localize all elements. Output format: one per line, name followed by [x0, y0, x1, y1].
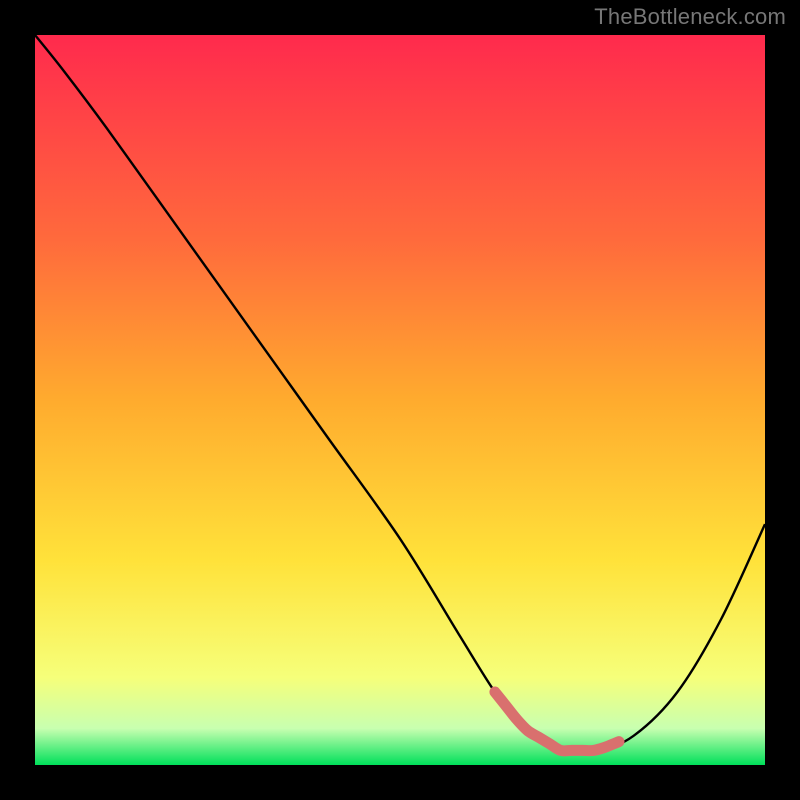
- bottleneck-chart: [35, 35, 765, 765]
- chart-container: TheBottleneck.com: [0, 0, 800, 800]
- gradient-background: [35, 35, 765, 765]
- watermark: TheBottleneck.com: [594, 4, 786, 30]
